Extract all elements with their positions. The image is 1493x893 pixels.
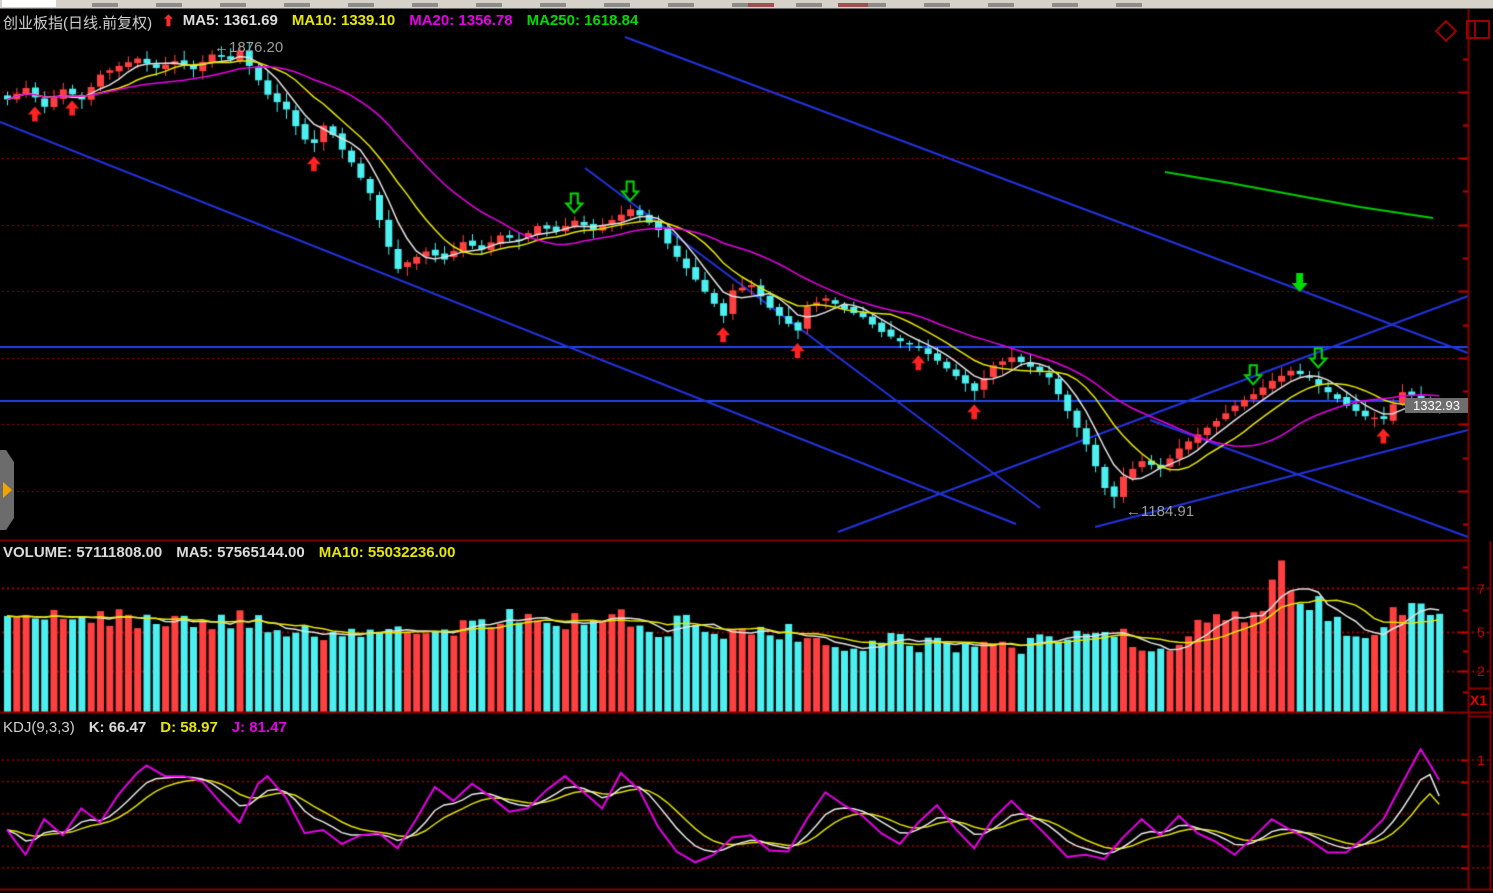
high-price-annotation: ←1876.20 [214, 39, 283, 56]
ma10-label: MA10: 1339.10 [292, 12, 395, 33]
kdj-title: KDJ(9,3,3) [3, 719, 75, 736]
menu-highlight [2, 0, 56, 7]
volume-axis-label: 7 [1477, 581, 1485, 597]
x1-indicator-cell[interactable]: X1 [1470, 691, 1492, 710]
ma20-label: MA20: 1356.78 [409, 12, 512, 33]
main-chart-header: 创业板指(日线.前复权) ⬆ MA5: 1361.69 MA10: 1339.1… [3, 12, 638, 33]
kdj-d-label: D: 58.97 [160, 719, 218, 736]
volume-axis-label: 2 [1477, 663, 1485, 679]
flyout-arrow-icon [3, 482, 12, 498]
trend-up-arrow-icon: ⬆ [162, 12, 175, 33]
split-window-divider [1474, 22, 1476, 37]
volume-pane-header: VOLUME: 57111808.00 MA5: 57565144.00 MA1… [3, 544, 455, 561]
ma250-label: MA250: 1618.84 [527, 12, 639, 33]
menu-item-hint [838, 3, 868, 7]
kdj-pane-header: KDJ(9,3,3) K: 66.47 D: 58.97 J: 81.47 [3, 719, 287, 736]
top-menu-bar[interactable] [0, 0, 1493, 9]
flyout-panel-handle[interactable] [0, 450, 14, 530]
stock-chart-canvas[interactable] [0, 0, 1493, 893]
instrument-title: 创业板指(日线.前复权) [3, 12, 152, 33]
volume-ma5-label: MA5: 57565144.00 [176, 544, 304, 561]
volume-label: VOLUME: 57111808.00 [3, 544, 162, 561]
last-price-marker: 1332.93 [1405, 398, 1468, 413]
low-price-annotation: ←1184.91 [1126, 503, 1194, 520]
kdj-k-label: K: 66.47 [89, 719, 147, 736]
menu-text-hints [92, 3, 1152, 7]
ma5-label: MA5: 1361.69 [183, 12, 278, 33]
volume-axis-label: 5 [1477, 624, 1485, 640]
split-window-icon[interactable] [1466, 20, 1490, 39]
menu-item-hint [748, 3, 774, 7]
kdj-j-label: J: 81.47 [232, 719, 287, 736]
volume-ma10-label: MA10: 55032236.00 [319, 544, 456, 561]
kdj-axis-label: 1 [1477, 752, 1485, 768]
